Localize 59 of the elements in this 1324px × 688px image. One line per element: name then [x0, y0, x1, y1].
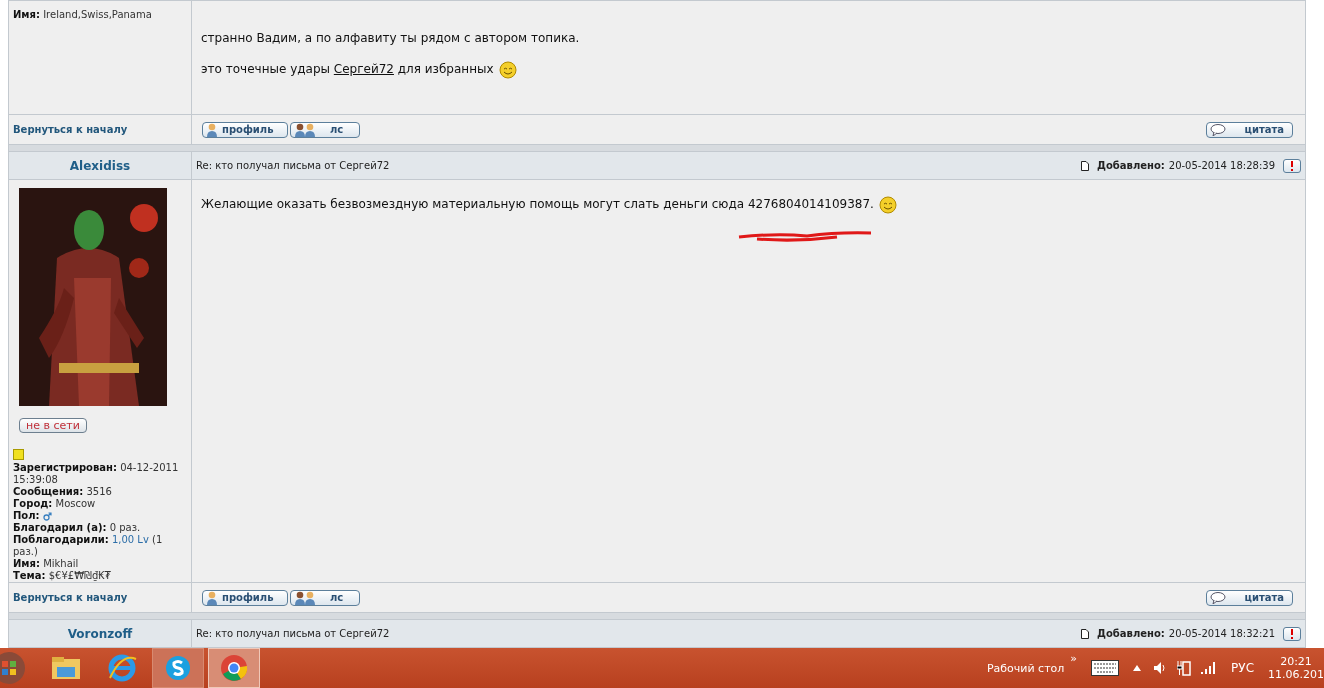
profile-button[interactable]: профиль — [202, 589, 288, 606]
chat-app-icon — [164, 654, 192, 682]
author-name[interactable]: Alexidiss — [69, 158, 131, 173]
back-to-top-link[interactable]: Вернуться к началу — [13, 592, 128, 603]
expand-toolbar-button[interactable]: » — [1070, 652, 1078, 665]
quote-button[interactable]: цитата — [1206, 589, 1293, 606]
author-name[interactable]: Voronzoff — [67, 626, 133, 641]
rank-icon — [13, 449, 24, 460]
keyboard-icon[interactable] — [1091, 660, 1120, 676]
post-text: странно Вадим, а по алфавиту ты рядом с автором топика. — [201, 31, 580, 45]
language-indicator[interactable]: РУС — [1231, 661, 1254, 675]
taskbar-app-button[interactable] — [208, 648, 260, 688]
taskbar-app-button[interactable] — [152, 648, 204, 688]
exclamation-icon — [1290, 160, 1294, 171]
post-date: Добавлено: 20-05-2014 18:32:21 — [1097, 628, 1275, 639]
battery-icon[interactable] — [1177, 660, 1192, 676]
status-button[interactable]: не в сети — [19, 418, 87, 433]
volume-icon[interactable] — [1153, 661, 1168, 675]
post-text: Желающие оказать безвозмездную материальную помощь могут слать деньги сюда 4276804014109387. — [201, 197, 874, 211]
speech-bubble-icon — [1210, 591, 1227, 604]
folder-icon — [51, 655, 81, 681]
profile-button[interactable]: профиль — [202, 121, 288, 138]
report-button[interactable] — [1283, 158, 1301, 173]
profile-field: Зарегистрирован: 04-12-2011 15:39:08 — [13, 462, 187, 486]
signal-icon[interactable] — [1201, 662, 1218, 674]
people-icon — [294, 590, 318, 605]
start-orb-icon[interactable] — [0, 651, 26, 685]
profile-field: Город: Moscow — [13, 498, 96, 510]
clock-time[interactable]: 20:21 — [1280, 655, 1312, 668]
up-arrow-icon[interactable] — [1133, 665, 1142, 671]
post-subject: Re: кто получал письма от Сергей72 — [196, 628, 390, 639]
clock-date[interactable]: 11.06.201 — [1268, 668, 1324, 681]
profile-field: Имя: Ireland,Swiss,Panama — [13, 9, 152, 21]
person-icon — [206, 590, 218, 605]
profile-field: Поблагодарили: 1,00 Lv (1 раз.) — [13, 534, 187, 558]
profile-field: Сообщения: 3516 — [13, 486, 112, 498]
user-link[interactable]: Сергей72 — [333, 62, 394, 76]
desktop-label[interactable]: Рабочий стол — [986, 661, 1065, 675]
post-text: это точечные удары Сергей72 для избранных — [201, 62, 494, 76]
male-icon — [42, 511, 52, 521]
exclamation-icon — [1290, 628, 1294, 639]
browser-icon — [219, 653, 249, 683]
profile-field: Имя: Mikhail — [13, 558, 79, 570]
profile-field: Благодарил (а): 0 раз. — [13, 522, 141, 534]
back-to-top-link[interactable]: Вернуться к началу — [13, 124, 128, 135]
post-date: Добавлено: 20-05-2014 18:28:39 — [1097, 160, 1275, 171]
speech-bubble-icon — [1210, 123, 1227, 136]
people-icon — [294, 122, 318, 137]
post-subject: Re: кто получал письма от Сергей72 — [196, 160, 390, 171]
profile-field: Тема: $€¥£₩₪₫₭₮ — [13, 570, 111, 582]
browser-icon — [107, 653, 137, 683]
document-icon — [1081, 160, 1090, 171]
message-button[interactable]: лс — [290, 589, 360, 606]
document-icon — [1081, 628, 1090, 639]
quote-button[interactable]: цитата — [1206, 121, 1293, 138]
report-button[interactable] — [1283, 626, 1301, 641]
message-button[interactable]: лс — [290, 121, 360, 138]
person-icon — [206, 122, 218, 137]
profile-field: Пол: — [13, 510, 40, 522]
